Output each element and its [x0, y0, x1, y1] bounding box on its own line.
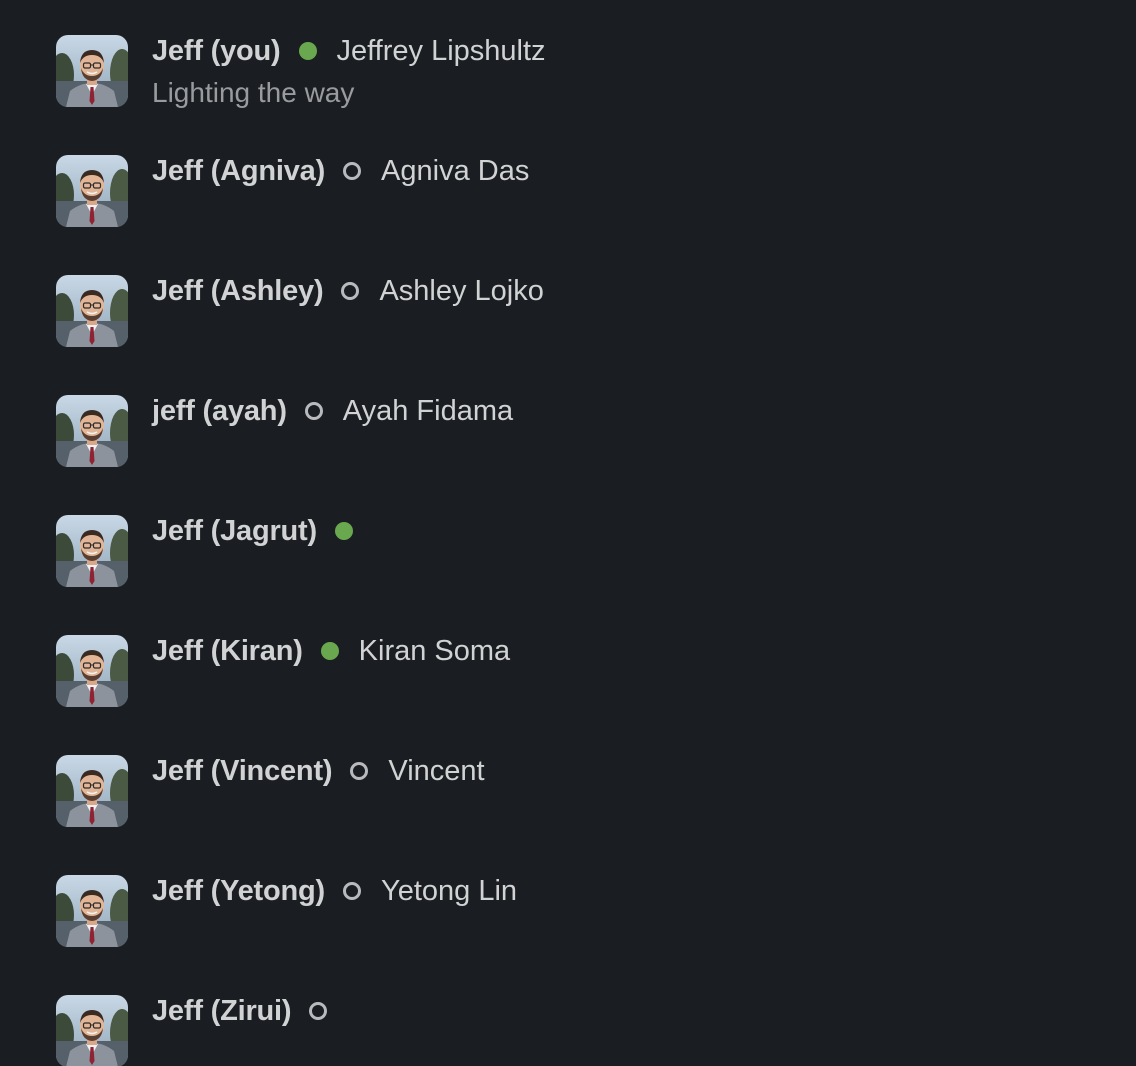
member-row[interactable]: Jeff (Vincent) Vincent: [56, 755, 485, 827]
member-info: Jeff (Zirui): [152, 995, 347, 1027]
full-name: Ashley Lojko: [379, 274, 544, 307]
profile-photo-icon: [56, 995, 128, 1066]
profile-photo-icon: [56, 275, 128, 347]
display-name[interactable]: Jeff (Kiran): [152, 635, 303, 668]
member-name-line: Jeff (Zirui): [152, 995, 347, 1027]
presence-away-icon: [343, 882, 362, 900]
profile-photo-icon: [56, 875, 128, 947]
presence-away-icon: [341, 282, 360, 300]
member-row[interactable]: Jeff (Jagrut): [56, 515, 373, 587]
avatar[interactable]: [56, 635, 128, 707]
full-name: Kiran Soma: [358, 634, 511, 667]
status-text: Lighting the way: [152, 77, 355, 108]
member-name-line: Jeff (Yetong) Yetong Lin: [152, 875, 517, 907]
member-name-line: Jeff (Vincent) Vincent: [152, 755, 485, 787]
member-info: Jeff (you) Jeffrey Lipshultz Lighting th…: [152, 35, 546, 109]
full-name: Yetong Lin: [381, 874, 518, 907]
member-name-line: jeff (ayah) Ayah Fidama: [152, 395, 513, 427]
member-row[interactable]: Jeff (Agniva) Agniva Das: [56, 155, 529, 227]
presence-away-icon: [304, 402, 323, 420]
avatar[interactable]: [56, 155, 128, 227]
profile-photo-icon: [56, 155, 128, 227]
profile-photo-icon: [56, 635, 128, 707]
member-row[interactable]: Jeff (Kiran) Kiran Soma: [56, 635, 510, 707]
presence-active-icon: [298, 42, 317, 60]
display-name[interactable]: Jeff (Ashley): [152, 275, 324, 308]
member-row[interactable]: Jeff (Yetong) Yetong Lin: [56, 875, 517, 947]
display-name[interactable]: Jeff (Yetong): [152, 875, 325, 908]
member-row[interactable]: jeff (ayah) Ayah Fidama: [56, 395, 513, 467]
member-name-line: Jeff (Kiran) Kiran Soma: [152, 635, 510, 667]
profile-photo-icon: [56, 395, 128, 467]
display-name[interactable]: Jeff (Agniva): [152, 155, 325, 188]
avatar[interactable]: [56, 35, 128, 107]
display-name[interactable]: jeff (ayah): [152, 395, 287, 428]
presence-away-icon: [350, 762, 369, 780]
member-info: Jeff (Ashley) Ashley Lojko: [152, 275, 544, 307]
full-name: Ayah Fidama: [342, 394, 514, 427]
member-name-line: Jeff (you) Jeffrey Lipshultz: [152, 35, 546, 67]
presence-active-icon: [334, 522, 353, 540]
member-info: jeff (ayah) Ayah Fidama: [152, 395, 513, 427]
member-name-line: Jeff (Agniva) Agniva Das: [152, 155, 529, 187]
member-name-line: Jeff (Jagrut): [152, 515, 373, 547]
avatar[interactable]: [56, 275, 128, 347]
full-name: Jeffrey Lipshultz: [336, 34, 546, 67]
member-info: Jeff (Vincent) Vincent: [152, 755, 485, 787]
member-info: Jeff (Agniva) Agniva Das: [152, 155, 529, 187]
member-info: Jeff (Yetong) Yetong Lin: [152, 875, 517, 907]
avatar[interactable]: [56, 875, 128, 947]
profile-photo-icon: [56, 35, 128, 107]
avatar[interactable]: [56, 755, 128, 827]
presence-away-icon: [343, 162, 362, 180]
member-list: Jeff (you) Jeffrey Lipshultz Lighting th…: [0, 0, 1136, 1066]
member-row[interactable]: Jeff (you) Jeffrey Lipshultz Lighting th…: [56, 35, 546, 109]
member-name-line: Jeff (Ashley) Ashley Lojko: [152, 275, 544, 307]
member-info: Jeff (Kiran) Kiran Soma: [152, 635, 510, 667]
display-name[interactable]: Jeff (you): [152, 35, 281, 68]
member-row[interactable]: Jeff (Ashley) Ashley Lojko: [56, 275, 544, 347]
display-name[interactable]: Jeff (Jagrut): [152, 515, 317, 548]
presence-active-icon: [320, 642, 339, 660]
avatar[interactable]: [56, 995, 128, 1066]
member-info: Jeff (Jagrut): [152, 515, 373, 547]
member-row[interactable]: Jeff (Zirui): [56, 995, 347, 1066]
full-name: Agniva Das: [381, 154, 530, 187]
display-name[interactable]: Jeff (Vincent): [152, 755, 333, 788]
display-name[interactable]: Jeff (Zirui): [152, 995, 292, 1028]
full-name: Vincent: [388, 754, 485, 787]
avatar[interactable]: [56, 515, 128, 587]
presence-away-icon: [309, 1002, 328, 1020]
profile-photo-icon: [56, 515, 128, 587]
avatar[interactable]: [56, 395, 128, 467]
profile-photo-icon: [56, 755, 128, 827]
